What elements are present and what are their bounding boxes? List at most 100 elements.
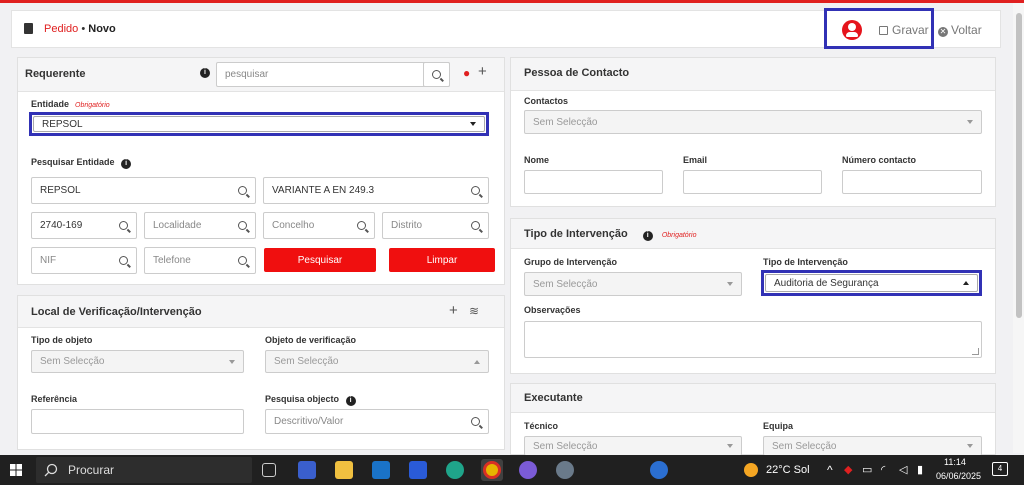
entidade-label-text: Entidade bbox=[31, 99, 70, 109]
network-icon[interactable]: ▭ bbox=[862, 463, 872, 476]
teams-icon[interactable] bbox=[519, 461, 537, 479]
info-icon[interactable]: i bbox=[121, 159, 132, 169]
save-button[interactable]: Gravar bbox=[879, 23, 929, 37]
required-text: Obrigatório bbox=[661, 232, 697, 239]
entity-name-value: REPSOL bbox=[40, 185, 81, 196]
chevron-down-icon bbox=[967, 120, 973, 124]
weather-sun-icon[interactable] bbox=[744, 463, 758, 477]
battery-icon[interactable]: ▮ bbox=[917, 463, 923, 476]
save-label: Gravar bbox=[892, 23, 929, 37]
clock-time[interactable]: 11:14 bbox=[944, 457, 966, 467]
edge-icon[interactable] bbox=[446, 461, 464, 479]
info-icon[interactable]: i bbox=[345, 396, 356, 406]
nif-placeholder: NIF bbox=[40, 255, 57, 266]
store-app-icon[interactable] bbox=[298, 461, 316, 479]
requerente-search-input[interactable]: pesquisar bbox=[216, 62, 450, 87]
entity-name-field[interactable]: REPSOL bbox=[31, 177, 256, 204]
local-title: Local de Verificação/Intervenção bbox=[31, 306, 202, 318]
add-icon[interactable]: + bbox=[449, 302, 458, 319]
objeto-verificacao-value: Sem Selecção bbox=[274, 356, 339, 367]
search-icon[interactable] bbox=[471, 417, 480, 426]
paint-icon[interactable] bbox=[556, 461, 574, 479]
layers-icon[interactable]: ≋ bbox=[469, 304, 479, 318]
windows-taskbar: Procurar 22°C Sol ^ ◆ ▭ ◜ ◁ ▮ 11:14 06/0… bbox=[0, 455, 1024, 485]
add-icon[interactable]: + bbox=[478, 63, 487, 80]
requerente-search-button[interactable] bbox=[423, 62, 450, 87]
distrito-field[interactable]: Distrito bbox=[382, 212, 489, 239]
search-icon[interactable] bbox=[119, 221, 128, 230]
nif-field[interactable]: NIF bbox=[31, 247, 137, 274]
close-circle-icon: ✕ bbox=[938, 27, 948, 37]
tipo-objeto-select[interactable]: Sem Selecção bbox=[31, 350, 244, 373]
security-shield-icon[interactable]: ◆ bbox=[844, 463, 852, 476]
grupo-intervencao-select[interactable]: Sem Selecção bbox=[524, 272, 742, 296]
search-icon[interactable] bbox=[471, 221, 480, 230]
page-scrollbar[interactable] bbox=[1013, 3, 1024, 453]
entidade-label: Entidade Obrigatório bbox=[31, 99, 110, 109]
telefone-field[interactable]: Telefone bbox=[144, 247, 256, 274]
intervencao-panel: Tipo de Intervenção i Obrigatório Grupo … bbox=[510, 218, 996, 374]
map-pin-icon[interactable]: ● bbox=[463, 66, 470, 80]
wifi-icon[interactable]: ◜ bbox=[881, 463, 885, 476]
nome-field[interactable] bbox=[524, 170, 663, 194]
help-icon[interactable] bbox=[650, 461, 668, 479]
limpar-button[interactable]: Limpar bbox=[389, 248, 495, 272]
breadcrumb-section[interactable]: Pedido bbox=[44, 23, 78, 35]
search-icon[interactable] bbox=[238, 256, 247, 265]
scrollbar-thumb[interactable] bbox=[1016, 13, 1022, 318]
tipo-intervencao-value: Auditoria de Segurança bbox=[774, 277, 879, 289]
required-text: Obrigatório bbox=[75, 102, 110, 109]
search-icon[interactable] bbox=[119, 256, 128, 265]
pesquisa-objeto-field[interactable]: Descritivo/Valor bbox=[265, 409, 489, 434]
numero-contacto-field[interactable] bbox=[842, 170, 982, 194]
search-icon[interactable] bbox=[471, 186, 480, 195]
local-panel: Local de Verificação/Intervenção + ≋ Tip… bbox=[17, 295, 505, 450]
app-icon[interactable] bbox=[409, 461, 427, 479]
intervencao-panel-header: Tipo de Intervenção i Obrigatório bbox=[511, 219, 995, 249]
postal-code-field[interactable]: 2740-169 bbox=[31, 212, 137, 239]
chevron-down-icon bbox=[967, 444, 973, 448]
observacoes-textarea[interactable] bbox=[524, 321, 982, 358]
postal-code-value: 2740-169 bbox=[40, 220, 83, 231]
contactos-select[interactable]: Sem Selecção bbox=[524, 110, 982, 134]
intervencao-title: Tipo de Intervenção i Obrigatório bbox=[524, 228, 696, 241]
tecnico-value: Sem Selecção bbox=[533, 440, 598, 452]
back-button[interactable]: ✕ Voltar bbox=[938, 23, 982, 37]
tipo-intervencao-select[interactable]: Auditoria de Segurança bbox=[765, 274, 978, 292]
email-field[interactable] bbox=[683, 170, 822, 194]
localidade-field[interactable]: Localidade bbox=[144, 212, 256, 239]
concelho-field[interactable]: Concelho bbox=[263, 212, 375, 239]
chevron-up-icon bbox=[474, 359, 480, 364]
volume-icon[interactable]: ◁ bbox=[899, 463, 907, 476]
file-explorer-icon[interactable] bbox=[335, 461, 353, 479]
entidade-select[interactable]: REPSOL bbox=[33, 116, 485, 132]
referencia-field[interactable] bbox=[31, 409, 244, 434]
tecnico-select[interactable]: Sem Selecção bbox=[524, 436, 742, 456]
pesquisar-entidade-text: Pesquisar Entidade bbox=[31, 157, 115, 167]
clock-date[interactable]: 06/06/2025 bbox=[936, 471, 981, 481]
chrome-icon[interactable] bbox=[483, 461, 501, 479]
weather-text[interactable]: 22°C Sol bbox=[766, 464, 810, 476]
equipa-select[interactable]: Sem Selecção bbox=[763, 436, 982, 456]
taskbar-search-box[interactable]: Procurar bbox=[36, 457, 252, 483]
outlook-icon[interactable] bbox=[372, 461, 390, 479]
tecnico-label: Técnico bbox=[524, 421, 559, 431]
task-view-icon[interactable] bbox=[262, 463, 276, 477]
search-icon[interactable] bbox=[357, 221, 366, 230]
notification-count: 4 bbox=[997, 464, 1003, 473]
executante-panel-header: Executante bbox=[511, 384, 995, 413]
telefone-placeholder: Telefone bbox=[153, 255, 191, 266]
contactos-value: Sem Selecção bbox=[533, 116, 598, 128]
info-icon[interactable]: i bbox=[200, 68, 210, 78]
pesquisar-button[interactable]: Pesquisar bbox=[264, 248, 376, 272]
info-icon[interactable]: i bbox=[642, 231, 653, 241]
chevron-up-icon[interactable]: ^ bbox=[827, 463, 833, 477]
windows-start-icon[interactable] bbox=[10, 464, 22, 476]
user-avatar-icon[interactable] bbox=[842, 20, 862, 40]
notification-icon[interactable]: 4 bbox=[992, 462, 1008, 476]
grupo-intervencao-label: Grupo de Intervenção bbox=[524, 257, 618, 267]
search-icon[interactable] bbox=[238, 186, 247, 195]
search-icon[interactable] bbox=[238, 221, 247, 230]
entity-address-field[interactable]: VARIANTE A EN 249.3 bbox=[263, 177, 489, 204]
objeto-verificacao-select[interactable]: Sem Selecção bbox=[265, 350, 489, 373]
